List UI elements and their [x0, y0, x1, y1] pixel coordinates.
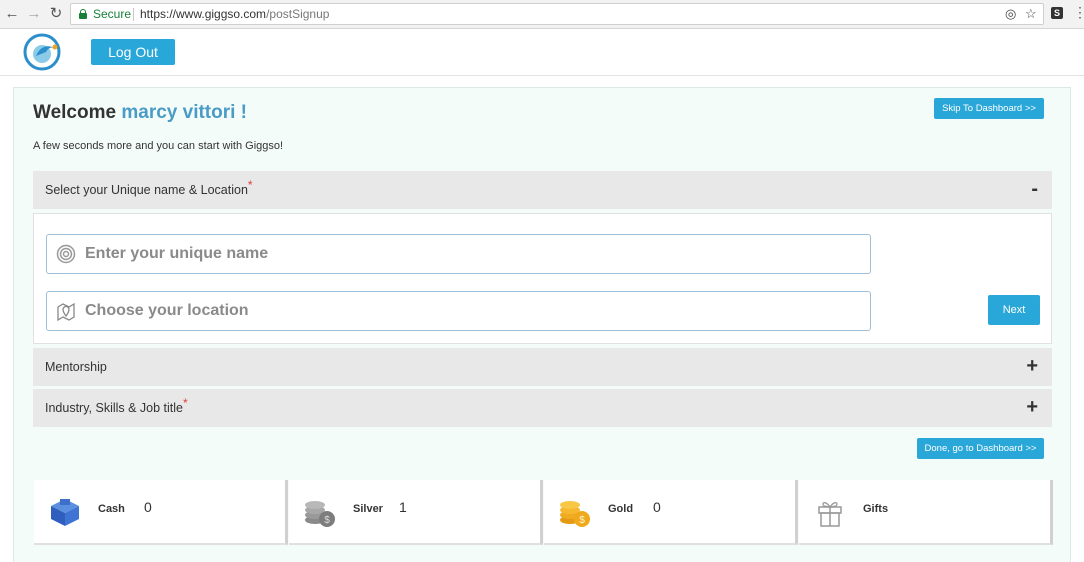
svg-text:$: $	[324, 515, 330, 526]
section-unique-name-location[interactable]: Select your Unique name & Location* -	[33, 171, 1052, 209]
section-title-text: Mentorship	[45, 360, 107, 374]
section-industry-skills[interactable]: Industry, Skills & Job title* +	[33, 389, 1052, 427]
signup-panel: Welcome marcy vittori ! Skip To Dashboar…	[13, 87, 1071, 562]
welcome-heading: Welcome marcy vittori !	[33, 102, 247, 124]
back-arrow-icon[interactable]: ←	[4, 6, 20, 22]
giggso-logo-icon[interactable]	[22, 32, 62, 72]
extension-icon[interactable]: S	[1051, 7, 1063, 19]
welcome-subtitle: A few seconds more and you can start wit…	[33, 140, 284, 152]
required-mark: *	[183, 396, 188, 410]
welcome-user-name: marcy vittori !	[121, 102, 248, 123]
wallet-value: 0	[144, 499, 152, 515]
forward-arrow-icon[interactable]: →	[26, 6, 42, 22]
reload-icon[interactable]: ↻	[48, 6, 64, 22]
location-map-icon	[57, 302, 75, 321]
welcome-greeting: Welcome	[33, 102, 117, 123]
expand-toggle-icon[interactable]: +	[1026, 356, 1038, 376]
wallet-cash: Cash 0	[34, 480, 288, 545]
url-host: https://www.giggso.com	[140, 7, 267, 21]
lock-icon	[79, 9, 87, 19]
required-mark: *	[247, 178, 253, 192]
wallet-bar: Cash 0 $ Silver 1 $ Gold 0 Gifts	[34, 480, 1054, 545]
svg-text:$: $	[579, 515, 585, 526]
collapse-toggle-icon[interactable]: -	[1031, 179, 1038, 199]
logout-button[interactable]: Log Out	[91, 39, 175, 65]
section-unique-name-location-body: Next	[33, 213, 1052, 344]
cash-cube-icon	[51, 499, 79, 526]
wallet-gifts: Gifts	[799, 480, 1053, 545]
next-button[interactable]: Next	[988, 295, 1040, 325]
done-go-to-dashboard-button[interactable]: Done, go to Dashboard >>	[917, 438, 1044, 459]
expand-toggle-icon[interactable]: +	[1026, 397, 1038, 417]
section-title-text: Industry, Skills & Job title	[45, 401, 184, 415]
silver-coins-icon: $	[305, 501, 335, 527]
section-title: Select your Unique name & Location*	[45, 178, 253, 197]
section-title: Mentorship	[45, 360, 107, 374]
section-mentorship[interactable]: Mentorship +	[33, 348, 1052, 386]
wallet-label: Silver	[353, 503, 383, 515]
location-target-icon[interactable]: ◎	[1005, 7, 1016, 21]
wallet-label: Cash	[98, 503, 125, 515]
wallet-silver: $ Silver 1	[289, 480, 543, 545]
browser-menu-icon[interactable]: ⋮	[1073, 5, 1084, 19]
address-separator	[133, 8, 134, 21]
location-input[interactable]	[85, 300, 855, 322]
location-field[interactable]	[46, 291, 871, 331]
bookmark-star-icon[interactable]: ☆	[1025, 7, 1037, 21]
unique-name-field[interactable]	[46, 234, 871, 274]
section-title-text: Select your Unique name & Location	[45, 183, 248, 197]
wallet-label: Gold	[608, 503, 634, 515]
wallet-label: Gifts	[863, 503, 889, 515]
url-text[interactable]: https://www.giggso.com/postSignup	[140, 7, 329, 21]
url-path: /postSignup	[266, 7, 330, 21]
secure-label: Secure	[93, 7, 132, 21]
gold-coins-icon: $	[560, 501, 590, 527]
app-header: Log Out	[0, 29, 1084, 76]
skip-to-dashboard-button[interactable]: Skip To Dashboard >>	[934, 98, 1044, 119]
wallet-value: 1	[399, 499, 407, 515]
unique-name-input[interactable]	[85, 243, 855, 265]
section-title: Industry, Skills & Job title*	[45, 396, 188, 415]
gift-icon	[818, 502, 842, 527]
fingerprint-icon	[56, 244, 76, 264]
wallet-value: 0	[653, 499, 661, 515]
address-bar[interactable]: Secure https://www.giggso.com/postSignup…	[70, 3, 1044, 25]
browser-toolbar: ← → ↻ Secure https://www.giggso.com/post…	[0, 0, 1084, 29]
wallet-gold: $ Gold 0	[544, 480, 798, 545]
